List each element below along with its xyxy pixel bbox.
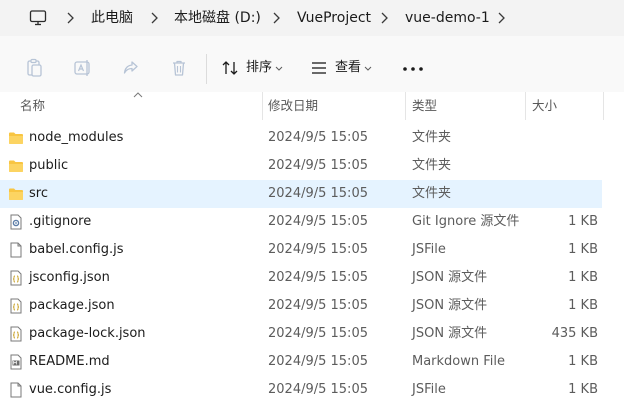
file-row[interactable]: babel.config.js 2024/9/5 15:05 JSFile 1 … — [0, 236, 602, 264]
share-icon[interactable] — [121, 58, 141, 78]
file-row[interactable]: package-lock.json 2024/9/5 15:05 JSON 源文… — [0, 320, 602, 348]
column-header: 名称 修改日期 类型 大小 — [0, 92, 624, 122]
file-row[interactable]: node_modules 2024/9/5 15:05 文件夹 — [0, 124, 602, 152]
file-type: JSFile — [412, 382, 446, 397]
file-name: jsconfig.json — [29, 270, 110, 285]
chevron-right-icon[interactable] — [64, 11, 76, 25]
file-type: Git Ignore 源文件 — [412, 214, 520, 229]
file-modified: 2024/9/5 15:05 — [268, 270, 368, 285]
folder-icon — [9, 160, 23, 172]
file-name: src — [29, 186, 48, 201]
view-icon[interactable] — [309, 58, 329, 78]
file-modified: 2024/9/5 15:05 — [268, 242, 368, 257]
sort-button-label[interactable]: 排序 — [246, 60, 272, 76]
file-type: JSON 源文件 — [412, 270, 488, 285]
folder-icon — [9, 132, 23, 144]
file-row[interactable]: .gitignore 2024/9/5 15:05 Git Ignore 源文件… — [0, 208, 602, 236]
breadcrumb-this-pc[interactable]: 此电脑 — [91, 9, 133, 27]
column-divider[interactable] — [603, 92, 604, 120]
chevron-right-icon[interactable] — [495, 11, 507, 25]
file-name: README.md — [29, 354, 110, 369]
chevron-down-icon[interactable] — [275, 66, 283, 71]
rename-icon[interactable] — [73, 58, 93, 78]
file-size: 1 KB — [568, 242, 598, 257]
file-modified: 2024/9/5 15:05 — [268, 298, 368, 313]
file-type: Markdown File — [412, 354, 506, 369]
breadcrumb-local-disk[interactable]: 本地磁盘 (D:) — [174, 9, 261, 27]
file-name: .gitignore — [29, 214, 92, 229]
chevron-down-icon[interactable] — [364, 66, 372, 71]
file-size: 1 KB — [568, 354, 598, 369]
address-bar[interactable]: 此电脑 本地磁盘 (D:) VueProject vue-demo-1 — [0, 0, 624, 36]
file-row[interactable]: package.json 2024/9/5 15:05 JSON 源文件 1 K… — [0, 292, 602, 320]
file-size: 1 KB — [568, 214, 598, 229]
file-modified: 2024/9/5 15:05 — [268, 130, 368, 145]
column-type[interactable]: 类型 — [412, 98, 437, 114]
file-modified: 2024/9/5 15:05 — [268, 354, 368, 369]
file-size: 1 KB — [568, 298, 598, 313]
chevron-right-icon[interactable] — [148, 11, 160, 25]
file-size: 1 KB — [568, 382, 598, 397]
file-row[interactable]: jsconfig.json 2024/9/5 15:05 JSON 源文件 1 … — [0, 264, 602, 292]
folder-icon — [9, 188, 23, 200]
file-icon — [10, 382, 22, 398]
column-divider[interactable] — [525, 92, 526, 120]
json-file-icon — [10, 298, 22, 314]
file-name: babel.config.js — [29, 242, 124, 257]
file-name: package-lock.json — [29, 326, 146, 341]
paste-icon[interactable] — [25, 58, 45, 78]
gear-file-icon — [10, 214, 22, 230]
file-type: JSFile — [412, 242, 446, 257]
file-row[interactable]: public 2024/9/5 15:05 文件夹 — [0, 152, 602, 180]
file-name: package.json — [29, 298, 115, 313]
file-modified: 2024/9/5 15:05 — [268, 382, 368, 397]
file-row[interactable]: README.md 2024/9/5 15:05 Markdown File 1… — [0, 348, 602, 376]
file-type: JSON 源文件 — [412, 298, 488, 313]
markdown-file-icon — [10, 354, 22, 370]
view-button-label[interactable]: 查看 — [335, 60, 361, 76]
monitor-icon[interactable] — [29, 9, 47, 27]
file-modified: 2024/9/5 15:05 — [268, 186, 368, 201]
column-divider[interactable] — [405, 92, 406, 120]
file-type: 文件夹 — [412, 186, 452, 201]
column-size[interactable]: 大小 — [532, 98, 557, 114]
sort-icon[interactable] — [220, 58, 240, 78]
chevron-right-icon[interactable] — [378, 11, 390, 25]
command-bar: 排序 查看 — [0, 36, 624, 93]
toolbar-divider — [206, 54, 207, 84]
file-name: public — [29, 158, 69, 173]
file-type: JSON 源文件 — [412, 326, 488, 341]
column-name[interactable]: 名称 — [20, 98, 45, 114]
json-file-icon — [10, 270, 22, 286]
column-divider[interactable] — [262, 92, 263, 120]
file-name: node_modules — [29, 130, 124, 145]
breadcrumb-vueproject[interactable]: VueProject — [297, 9, 371, 27]
file-type: 文件夹 — [412, 130, 452, 145]
file-row-selected[interactable]: src 2024/9/5 15:05 文件夹 — [0, 180, 602, 208]
more-options-icon[interactable] — [402, 66, 424, 72]
file-size: 1 KB — [568, 270, 598, 285]
column-modified[interactable]: 修改日期 — [268, 98, 318, 114]
file-icon — [10, 242, 22, 258]
file-modified: 2024/9/5 15:05 — [268, 326, 368, 341]
file-size: 435 KB — [551, 326, 598, 341]
file-modified: 2024/9/5 15:05 — [268, 158, 368, 173]
file-name: vue.config.js — [29, 382, 112, 397]
breadcrumb-vue-demo-1[interactable]: vue-demo-1 — [405, 9, 490, 27]
file-list: node_modules 2024/9/5 15:05 文件夹 public 2… — [0, 124, 624, 404]
file-type: 文件夹 — [412, 158, 452, 173]
delete-icon[interactable] — [169, 58, 189, 78]
file-row[interactable]: vue.config.js 2024/9/5 15:05 JSFile 1 KB — [0, 376, 602, 404]
sort-ascending-icon — [133, 92, 143, 98]
json-file-icon — [10, 326, 22, 342]
file-modified: 2024/9/5 15:05 — [268, 214, 368, 229]
chevron-right-icon[interactable] — [270, 11, 282, 25]
